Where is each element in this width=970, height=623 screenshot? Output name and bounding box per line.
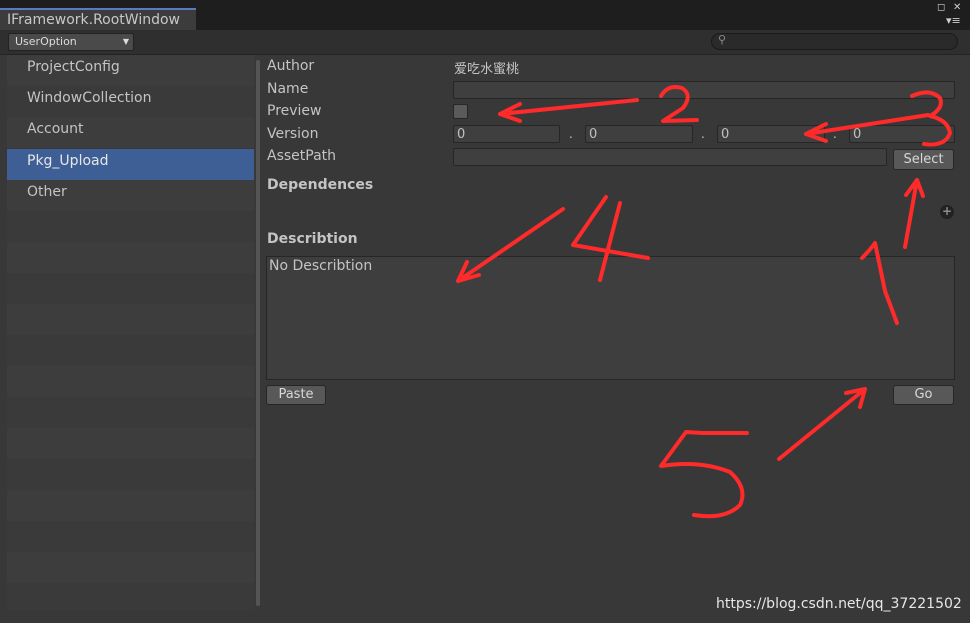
search-input[interactable]: ⚲: [711, 33, 958, 50]
sidebar-empty-row: [7, 583, 254, 610]
version-major-field[interactable]: 0: [453, 125, 560, 143]
window-tab[interactable]: IFramework.RootWindow: [0, 8, 196, 30]
add-dependence-icon[interactable]: +: [940, 205, 954, 219]
sidebar-item-other[interactable]: Other: [7, 180, 254, 211]
sidebar-empty-row: [7, 273, 254, 304]
sidebar-item-projectconfig[interactable]: ProjectConfig: [7, 55, 254, 86]
annotation-number-5: [659, 430, 749, 519]
version-separator: .: [701, 127, 705, 141]
sidebar-empty-row: [7, 304, 254, 335]
sidebar-scrollbar[interactable]: [256, 60, 260, 606]
paste-button[interactable]: Paste: [266, 385, 326, 405]
sidebar-empty-row: [7, 211, 254, 242]
annotation-arrow-2: [498, 98, 639, 123]
menu-icon[interactable]: ▾≡: [946, 14, 961, 27]
window-tab-title: IFramework.RootWindow: [7, 12, 180, 28]
sidebar-empty-row: [7, 397, 254, 428]
author-label: Author: [267, 58, 315, 74]
version-revision-field[interactable]: 0: [849, 125, 955, 143]
sidebar-empty-row: [7, 552, 254, 583]
chevron-down-icon: ▼: [122, 37, 129, 46]
sidebar-item-label: WindowCollection: [27, 90, 152, 106]
dependences-heading: Dependences: [267, 177, 374, 193]
select-button[interactable]: Select: [893, 149, 954, 170]
version-build-field[interactable]: 0: [717, 125, 825, 143]
sidebar-item-label: Account: [27, 121, 84, 137]
dropdown-value: UserOption: [15, 35, 77, 48]
watermark-text: https://blog.csdn.net/qq_37221502: [716, 596, 962, 612]
annotation-arrow-1: [903, 178, 925, 249]
sidebar-item-label: ProjectConfig: [27, 59, 120, 75]
description-textarea[interactable]: No Describtion: [266, 256, 955, 380]
sidebar: ProjectConfig WindowCollection Account P…: [7, 55, 254, 610]
maximize-icon[interactable]: ◻: [937, 2, 945, 13]
sidebar-empty-row: [7, 490, 254, 521]
sidebar-empty-row: [7, 366, 254, 397]
sidebar-item-pkg-upload[interactable]: Pkg_Upload: [7, 149, 254, 180]
sidebar-item-label: Pkg_Upload: [27, 153, 109, 169]
author-value: 爱吃水蜜桃: [454, 62, 520, 77]
sidebar-empty-row: [7, 242, 254, 273]
name-label: Name: [267, 81, 309, 97]
sidebar-empty-row: [7, 521, 254, 552]
sidebar-item-label: Other: [27, 184, 67, 200]
preview-checkbox[interactable]: [453, 104, 468, 119]
name-field[interactable]: [453, 81, 955, 99]
version-label: Version: [267, 126, 319, 142]
assetpath-label: AssetPath: [267, 148, 337, 164]
annotation-arrow-5: [777, 387, 867, 461]
assetpath-field[interactable]: [453, 148, 887, 166]
preview-label: Preview: [267, 103, 322, 119]
option-dropdown[interactable]: UserOption ▼: [8, 33, 134, 51]
search-icon: ⚲: [718, 33, 727, 46]
sidebar-empty-row: [7, 335, 254, 366]
go-button[interactable]: Go: [893, 385, 954, 405]
sidebar-empty-row: [7, 459, 254, 490]
description-heading: Describtion: [267, 231, 358, 247]
version-separator: .: [833, 127, 837, 141]
sidebar-empty-row: [7, 428, 254, 459]
sidebar-item-windowcollection[interactable]: WindowCollection: [7, 86, 254, 117]
version-minor-field[interactable]: 0: [585, 125, 693, 143]
close-icon[interactable]: ✕: [953, 2, 961, 13]
sidebar-item-account[interactable]: Account: [7, 117, 254, 148]
version-separator: .: [569, 127, 573, 141]
